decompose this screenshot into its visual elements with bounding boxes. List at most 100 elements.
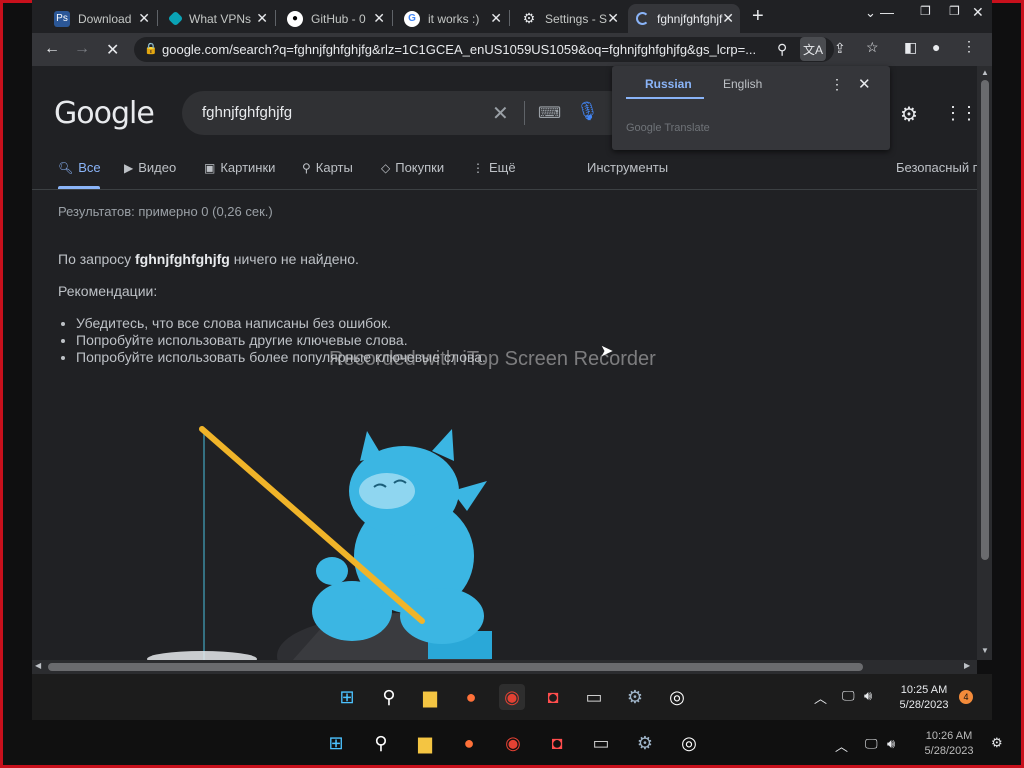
notification-icon[interactable]: ⚙ (991, 735, 1003, 751)
menu-dots-icon[interactable]: ⋮ (830, 76, 844, 93)
restore-outer-icon[interactable]: ❐ (949, 4, 960, 18)
tag-icon: ◇ (381, 161, 391, 175)
tab-search-chevron-icon[interactable]: ⌄ (865, 5, 876, 21)
share-icon[interactable]: ⇪ (834, 40, 846, 57)
tab-shopping[interactable]: ◇ Покупки (381, 160, 444, 175)
menu-dots-icon[interactable]: ⋮ (962, 38, 976, 55)
list-item: Убедитесь, что все слова написаны без ош… (76, 315, 486, 332)
close-icon[interactable]: ✕ (607, 10, 619, 27)
chevron-up-icon[interactable]: ︿ (835, 736, 848, 755)
search-icon: 🔍︎ (58, 161, 74, 175)
firefox-icon[interactable]: ● (456, 730, 482, 756)
stop-loading-icon[interactable]: ✕ (106, 40, 119, 60)
clear-icon[interactable]: ✕ (492, 101, 509, 126)
search-icon[interactable]: ⚲ (368, 730, 394, 756)
search-icon[interactable]: ⚲ (376, 684, 402, 710)
fishing-mascot-illustration (147, 426, 492, 660)
search-input[interactable]: fghnjfghfghjfg (202, 104, 292, 121)
tab-tools[interactable]: Инструменты (587, 160, 668, 175)
settings-gear-icon[interactable]: ⚙ (900, 102, 918, 127)
tab-github[interactable]: ● GitHub - 0 ✕ (279, 4, 391, 33)
tab-video[interactable]: ▶ Видео (124, 160, 176, 175)
lock-icon: 🔒 (144, 43, 158, 55)
restore-icon[interactable]: ❐ (920, 4, 931, 18)
close-icon[interactable]: ✕ (373, 10, 385, 27)
scroll-down-icon[interactable]: ▼ (981, 646, 989, 655)
vpn-icon (167, 10, 184, 27)
terminal-icon[interactable]: ▭ (581, 684, 607, 710)
close-icon[interactable]: ✕ (490, 10, 502, 27)
browser-toolbar: ← → ✕ 🔒 google.com/search?q=fghnjfghfghj… (32, 33, 992, 66)
translate-lang-english[interactable]: English (723, 77, 762, 91)
scroll-right-icon[interactable]: ▶ (964, 661, 970, 670)
microphone-icon[interactable]: 🎙 (576, 101, 599, 122)
scroll-thumb[interactable] (981, 80, 989, 560)
chrome-icon[interactable]: ◉ (499, 684, 525, 710)
search-box[interactable]: fghnjfghfghjfg ✕ ⌨ 🎙 (182, 91, 632, 135)
scroll-up-icon[interactable]: ▲ (981, 68, 989, 77)
back-arrow-icon[interactable]: ← (44, 40, 60, 58)
side-panel-icon[interactable]: ◧ (904, 39, 917, 56)
apps-grid-icon[interactable]: ⋮⋮⋮ (944, 103, 977, 124)
file-explorer-icon[interactable]: ▆ (412, 730, 438, 756)
tab-separator (157, 10, 158, 26)
close-window-icon[interactable]: ✕ (972, 4, 984, 21)
windows-start-icon[interactable]: ⊞ (334, 684, 360, 710)
google-icon: G (404, 10, 420, 27)
volume-icon[interactable]: 🔊︎ (864, 688, 872, 704)
location-icon[interactable]: ⚲ (777, 41, 787, 58)
windows-start-icon[interactable]: ⊞ (323, 730, 349, 756)
tab-what-vpns[interactable]: What VPNs ✕ (162, 4, 274, 33)
address-bar[interactable]: 🔒 google.com/search?q=fghnjfghfghjfg&rlz… (134, 37, 834, 62)
chevron-up-icon[interactable]: ︿ (814, 688, 827, 707)
media-player-icon[interactable]: ◎ (676, 730, 702, 756)
tab-images[interactable]: ▣ Картинки (204, 160, 275, 175)
network-icon[interactable]: 🖵 (865, 736, 878, 752)
result-stats: Результатов: примерно 0 (0,26 сек.) (58, 204, 273, 219)
github-icon: ● (287, 10, 303, 27)
tab-settings[interactable]: ⚙ Settings - S ✕ (513, 4, 625, 33)
tab-it-works[interactable]: G it works :) ✕ (396, 4, 508, 33)
new-tab-button[interactable]: + (752, 5, 764, 28)
tab-maps[interactable]: ⚲ Карты (302, 160, 353, 175)
close-icon[interactable]: ✕ (256, 10, 268, 27)
profile-icon[interactable]: ● (932, 39, 940, 55)
tab-separator (392, 10, 393, 26)
bookmark-star-icon[interactable]: ☆ (866, 39, 879, 56)
network-icon[interactable]: 🖵 (842, 688, 855, 704)
close-icon[interactable]: ✕ (722, 10, 734, 27)
safesearch-button[interactable]: Безопасный п (896, 160, 977, 175)
tab-active-search[interactable]: fghnjfghfghjf ✕ (628, 4, 740, 33)
settings-icon[interactable]: ⚙ (632, 730, 658, 756)
terminal-icon[interactable]: ▭ (588, 730, 614, 756)
tab-download[interactable]: Ps Download ✕ (46, 4, 156, 33)
firefox-icon[interactable]: ● (458, 684, 484, 710)
google-results-page: Google fghnjfghfghjfg ✕ ⌨ 🎙 ⚙ ⋮⋮⋮ 🔍︎Все … (32, 66, 977, 660)
translate-footer: Google Translate (626, 122, 710, 134)
forward-arrow-icon[interactable]: → (74, 40, 90, 58)
notification-badge[interactable]: 4 (959, 690, 973, 704)
google-logo[interactable]: Google (54, 96, 155, 131)
scroll-thumb[interactable] (48, 663, 863, 671)
settings-icon[interactable]: ⚙ (622, 684, 648, 710)
volume-icon[interactable]: 🔊︎ (887, 736, 895, 752)
tab-more[interactable]: ⋮ Ещё (472, 160, 516, 175)
chrome-icon[interactable]: ◉ (500, 730, 526, 756)
keyboard-icon[interactable]: ⌨ (538, 103, 561, 123)
vertical-scrollbar[interactable]: ▲ ▼ (977, 66, 992, 660)
recorder-icon[interactable]: ◘ (544, 730, 570, 756)
translate-icon[interactable]: 文A (800, 37, 826, 61)
recorder-icon[interactable]: ◘ (540, 684, 566, 710)
taskbar-clock[interactable]: 10:25 AM 5/28/2023 (889, 683, 959, 713)
close-icon[interactable]: ✕ (858, 75, 871, 93)
close-icon[interactable]: ✕ (138, 10, 150, 27)
minimize-icon[interactable]: — (880, 4, 894, 20)
media-player-icon[interactable]: ◎ (664, 684, 690, 710)
scroll-left-icon[interactable]: ◀ (35, 661, 41, 670)
translate-lang-russian[interactable]: Russian (645, 77, 692, 91)
taskbar-clock[interactable]: 10:26 AM 5/28/2023 (914, 729, 984, 759)
horizontal-scrollbar[interactable]: ◀ ▶ (32, 660, 977, 674)
tab-all[interactable]: 🔍︎ Все (58, 160, 101, 175)
no-results-message: По запросу fghnjfghfghjfg ничего не найд… (58, 251, 359, 267)
file-explorer-icon[interactable]: ▆ (417, 684, 443, 710)
